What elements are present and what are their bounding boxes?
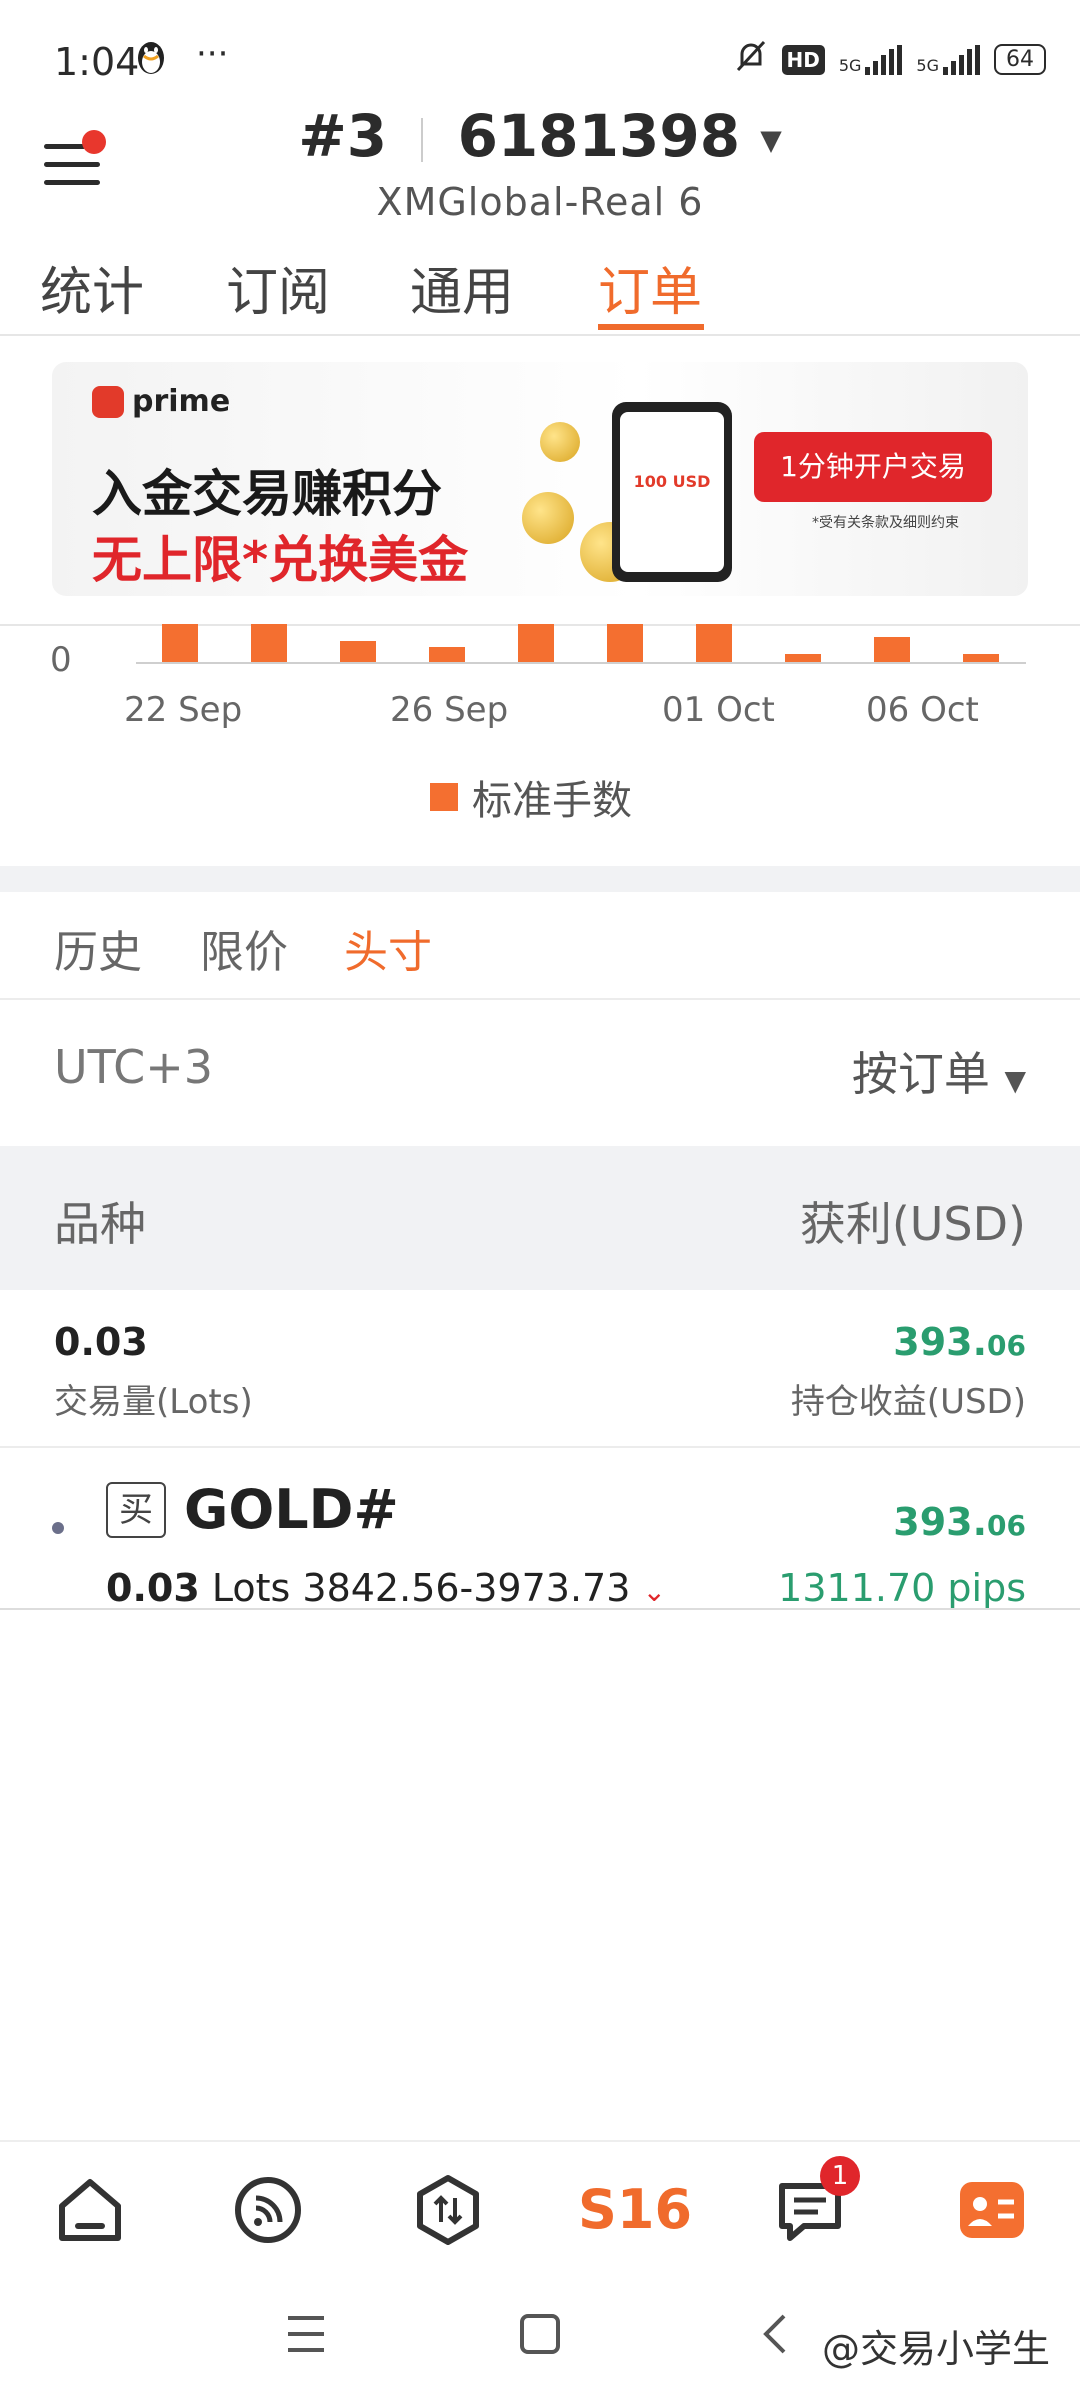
subtab-limit[interactable]: 限价 [200,916,288,980]
sort-label: 按订单 [851,1047,990,1101]
table-header: 品种 获利(USD) [0,1146,1080,1290]
home-icon[interactable] [50,2170,130,2250]
home-button-icon[interactable] [518,2312,562,2360]
chevron-down-icon[interactable]: ⌄ [643,1575,666,1608]
subtab-positions[interactable]: 头寸 [344,916,432,980]
chart-bar [162,624,198,662]
position-profit: 393.06 [893,1500,1026,1544]
chart-bar [696,624,732,662]
x-tick-label: 01 Oct [662,690,775,730]
section-divider [0,866,1080,892]
summary-lots-label: 交易量(Lots) [54,1382,253,1422]
x-tick-label: 26 Sep [390,690,509,730]
chart-bar [429,647,465,662]
signals-icon[interactable] [228,2170,308,2250]
trade-icon[interactable] [408,2170,488,2250]
chart-bar [785,654,821,662]
bottom-nav [0,2140,1080,2272]
messages-badge: 1 [820,2156,860,2196]
summary-profit-label: 持仓收益(USD) [790,1382,1026,1422]
subtab-history[interactable]: 历史 [54,916,142,980]
event-s16-icon[interactable]: S16 [578,2170,692,2250]
messages-icon[interactable]: 1 [770,2156,860,2250]
legend-label: 标准手数 [472,778,632,824]
profile-card-icon[interactable] [952,2170,1032,2250]
watermark: @交易小学生 [821,2327,1050,2371]
column-symbol: 品种 [54,1197,146,1251]
status-dot [52,1522,64,1534]
position-pips: 1311.70 pips [778,1566,1026,1610]
chart-bars [0,0,1080,800]
chart-bar [340,641,376,662]
back-icon[interactable] [760,2312,790,2360]
summary-lots: 0.03 [54,1320,148,1364]
buy-badge: 买 [106,1482,166,1538]
chart-bar [874,637,910,662]
column-profit: 获利(USD) [799,1197,1026,1251]
legend-swatch [430,783,458,811]
chart-legend: 标准手数 [430,768,632,826]
chart-bar [518,624,554,662]
chart-bar [251,624,287,662]
timezone-selector[interactable]: UTC+3 [54,1040,213,1094]
summary-profit: 393.06 [893,1320,1026,1364]
sort-selector[interactable]: 按订单 ▼ [852,1038,1026,1104]
chevron-down-icon: ▼ [1004,1064,1026,1097]
x-tick-label: 22 Sep [124,690,243,730]
position-details: 0.03 Lots 3842.56-3973.73 ⌄ [106,1566,666,1610]
chart-bar [963,654,999,662]
chart-bar [607,624,643,662]
x-tick-label: 06 Oct [866,690,979,730]
recent-apps-icon[interactable] [286,2312,326,2360]
position-symbol: GOLD# [184,1478,399,1541]
